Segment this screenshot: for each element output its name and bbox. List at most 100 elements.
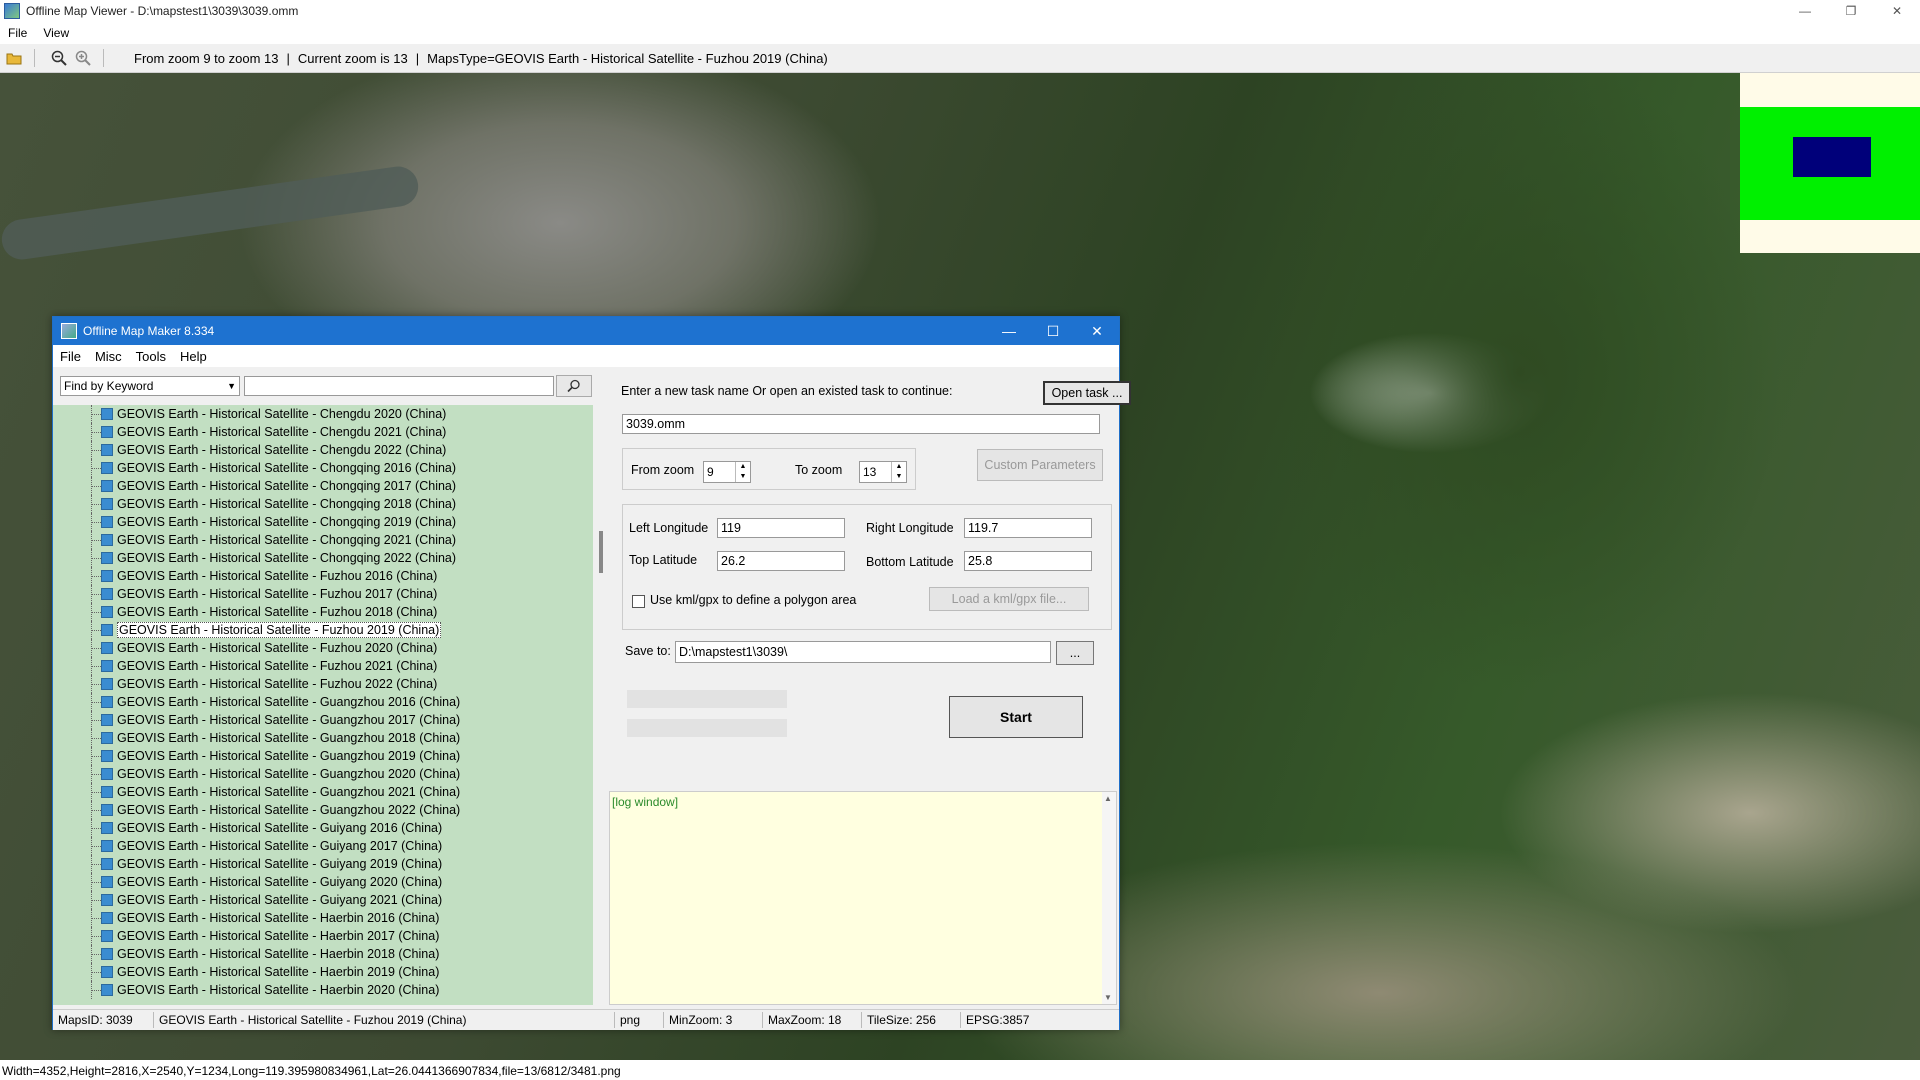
tree-item[interactable]: GEOVIS Earth - Historical Satellite - Gu…	[53, 765, 593, 783]
task-name-field[interactable]: 3039.omm	[622, 414, 1100, 434]
start-button[interactable]: Start	[949, 696, 1083, 738]
search-input[interactable]	[244, 376, 554, 396]
tree-item[interactable]: GEOVIS Earth - Historical Satellite - Gu…	[53, 801, 593, 819]
tree-item-label: GEOVIS Earth - Historical Satellite - Fu…	[117, 569, 438, 583]
log-window[interactable]: [log window] ▲ ▼	[609, 791, 1117, 1005]
tree-item[interactable]: GEOVIS Earth - Historical Satellite - Ha…	[53, 981, 593, 999]
map-layer-icon	[101, 912, 113, 924]
overview-viewport-box[interactable]	[1793, 137, 1871, 177]
tree-item-label: GEOVIS Earth - Historical Satellite - Ha…	[117, 983, 440, 997]
search-button[interactable]	[556, 375, 592, 397]
tree-scrollbar[interactable]	[593, 405, 610, 1005]
right-longitude-field[interactable]: 119.7	[964, 518, 1092, 538]
tree-item[interactable]: GEOVIS Earth - Historical Satellite - Fu…	[53, 675, 593, 693]
browse-button[interactable]: ...	[1056, 641, 1094, 665]
maker-menu-file[interactable]: File	[53, 349, 88, 364]
tree-item[interactable]: GEOVIS Earth - Historical Satellite - Fu…	[53, 657, 593, 675]
from-zoom-stepper[interactable]: 9 ▲ ▼	[703, 461, 751, 483]
kml-checkbox-label: Use kml/gpx to define a polygon area	[650, 593, 857, 607]
maps-tree[interactable]: GEOVIS Earth - Historical Satellite - Ch…	[53, 405, 593, 1005]
tree-scrollbar-thumb[interactable]	[599, 531, 603, 573]
restore-button[interactable]: ❐	[1828, 0, 1874, 22]
tree-item[interactable]: GEOVIS Earth - Historical Satellite - Fu…	[53, 603, 593, 621]
close-button[interactable]: ✕	[1874, 0, 1920, 22]
tree-item[interactable]: GEOVIS Earth - Historical Satellite - Fu…	[53, 585, 593, 603]
map-maker-window: Offline Map Maker 8.334 — ☐ ✕ File Misc …	[52, 316, 1131, 1030]
zoom-out-icon[interactable]	[49, 48, 69, 68]
viewer-menubar: File View	[0, 22, 1920, 44]
map-layer-icon	[101, 426, 113, 438]
bottom-latitude-field[interactable]: 25.8	[964, 551, 1092, 571]
to-zoom-stepper[interactable]: 13 ▲ ▼	[859, 461, 907, 483]
tree-item[interactable]: GEOVIS Earth - Historical Satellite - Ha…	[53, 927, 593, 945]
load-kml-button[interactable]: Load a kml/gpx file...	[929, 587, 1089, 611]
spin-arrows-icon[interactable]: ▲ ▼	[891, 462, 906, 482]
zoom-in-icon[interactable]	[73, 48, 93, 68]
maker-maximize-button[interactable]: ☐	[1031, 317, 1075, 345]
open-folder-icon[interactable]	[4, 48, 24, 68]
tree-item-label: GEOVIS Earth - Historical Satellite - Ch…	[117, 533, 457, 547]
maker-minimize-button[interactable]: —	[987, 317, 1031, 345]
menu-view[interactable]: View	[35, 26, 77, 40]
save-to-field[interactable]: D:\mapstest1\3039\	[675, 641, 1051, 663]
tree-item[interactable]: GEOVIS Earth - Historical Satellite - Ch…	[53, 405, 593, 423]
scroll-down-icon[interactable]: ▼	[1104, 993, 1112, 1002]
tree-item-label: GEOVIS Earth - Historical Satellite - Ch…	[117, 407, 447, 421]
overview-map[interactable]	[1740, 73, 1920, 253]
menu-file[interactable]: File	[0, 26, 35, 40]
tree-item[interactable]: GEOVIS Earth - Historical Satellite - Gu…	[53, 747, 593, 765]
map-layer-icon	[101, 624, 113, 636]
tree-item[interactable]: GEOVIS Earth - Historical Satellite - Ha…	[53, 909, 593, 927]
toolbar-divider	[103, 49, 104, 67]
minimize-button[interactable]: —	[1782, 0, 1828, 22]
find-mode-select[interactable]: Find by Keyword ▼	[60, 376, 240, 396]
status-maps-name: GEOVIS Earth - Historical Satellite - Fu…	[154, 1012, 615, 1028]
tree-item-label: GEOVIS Earth - Historical Satellite - Fu…	[117, 641, 438, 655]
tree-item[interactable]: GEOVIS Earth - Historical Satellite - Ch…	[53, 423, 593, 441]
map-layer-icon	[101, 804, 113, 816]
to-zoom-value: 13	[863, 465, 877, 479]
tree-item[interactable]: GEOVIS Earth - Historical Satellite - Ha…	[53, 963, 593, 981]
toolbar-separator: |	[415, 50, 420, 66]
maker-statusbar: MapsID: 3039 GEOVIS Earth - Historical S…	[53, 1009, 1119, 1030]
tree-item[interactable]: GEOVIS Earth - Historical Satellite - Fu…	[53, 639, 593, 657]
tree-item[interactable]: GEOVIS Earth - Historical Satellite - Ch…	[53, 513, 593, 531]
tree-item[interactable]: GEOVIS Earth - Historical Satellite - Gu…	[53, 783, 593, 801]
tree-item[interactable]: GEOVIS Earth - Historical Satellite - Gu…	[53, 711, 593, 729]
scroll-up-icon[interactable]: ▲	[1104, 794, 1112, 803]
tree-item-label: GEOVIS Earth - Historical Satellite - Gu…	[117, 731, 461, 745]
custom-parameters-button[interactable]: Custom Parameters	[977, 449, 1103, 481]
map-layer-icon	[101, 444, 113, 456]
tree-item[interactable]: GEOVIS Earth - Historical Satellite - Ch…	[53, 459, 593, 477]
open-task-button[interactable]: Open task ...	[1043, 381, 1131, 405]
kml-checkbox[interactable]	[632, 595, 645, 608]
tree-item[interactable]: GEOVIS Earth - Historical Satellite - Ch…	[53, 441, 593, 459]
log-scrollbar[interactable]: ▲ ▼	[1102, 792, 1116, 1004]
tree-item-label: GEOVIS Earth - Historical Satellite - Gu…	[117, 857, 443, 871]
top-latitude-field[interactable]: 26.2	[717, 551, 845, 571]
tree-item[interactable]: GEOVIS Earth - Historical Satellite - Ch…	[53, 477, 593, 495]
tree-item[interactable]: GEOVIS Earth - Historical Satellite - Gu…	[53, 729, 593, 747]
tree-item[interactable]: GEOVIS Earth - Historical Satellite - Gu…	[53, 891, 593, 909]
top-latitude-label: Top Latitude	[629, 553, 698, 567]
tree-item[interactable]: GEOVIS Earth - Historical Satellite - Ch…	[53, 531, 593, 549]
maker-menu-help[interactable]: Help	[173, 349, 214, 364]
tree-item[interactable]: GEOVIS Earth - Historical Satellite - Fu…	[53, 567, 593, 585]
map-layer-icon	[101, 858, 113, 870]
tree-item[interactable]: GEOVIS Earth - Historical Satellite - Gu…	[53, 819, 593, 837]
maker-menu-misc[interactable]: Misc	[88, 349, 129, 364]
search-row: Find by Keyword ▼	[60, 374, 600, 398]
tree-item[interactable]: GEOVIS Earth - Historical Satellite - Gu…	[53, 837, 593, 855]
tree-item[interactable]: GEOVIS Earth - Historical Satellite - Fu…	[53, 621, 593, 639]
maker-close-button[interactable]: ✕	[1075, 317, 1119, 345]
maker-menu-tools[interactable]: Tools	[129, 349, 173, 364]
map-layer-icon	[101, 840, 113, 852]
tree-item[interactable]: GEOVIS Earth - Historical Satellite - Ch…	[53, 495, 593, 513]
tree-item[interactable]: GEOVIS Earth - Historical Satellite - Gu…	[53, 693, 593, 711]
tree-item[interactable]: GEOVIS Earth - Historical Satellite - Ha…	[53, 945, 593, 963]
tree-item[interactable]: GEOVIS Earth - Historical Satellite - Gu…	[53, 855, 593, 873]
left-longitude-field[interactable]: 119	[717, 518, 845, 538]
tree-item[interactable]: GEOVIS Earth - Historical Satellite - Ch…	[53, 549, 593, 567]
spin-arrows-icon[interactable]: ▲ ▼	[735, 462, 750, 482]
tree-item[interactable]: GEOVIS Earth - Historical Satellite - Gu…	[53, 873, 593, 891]
